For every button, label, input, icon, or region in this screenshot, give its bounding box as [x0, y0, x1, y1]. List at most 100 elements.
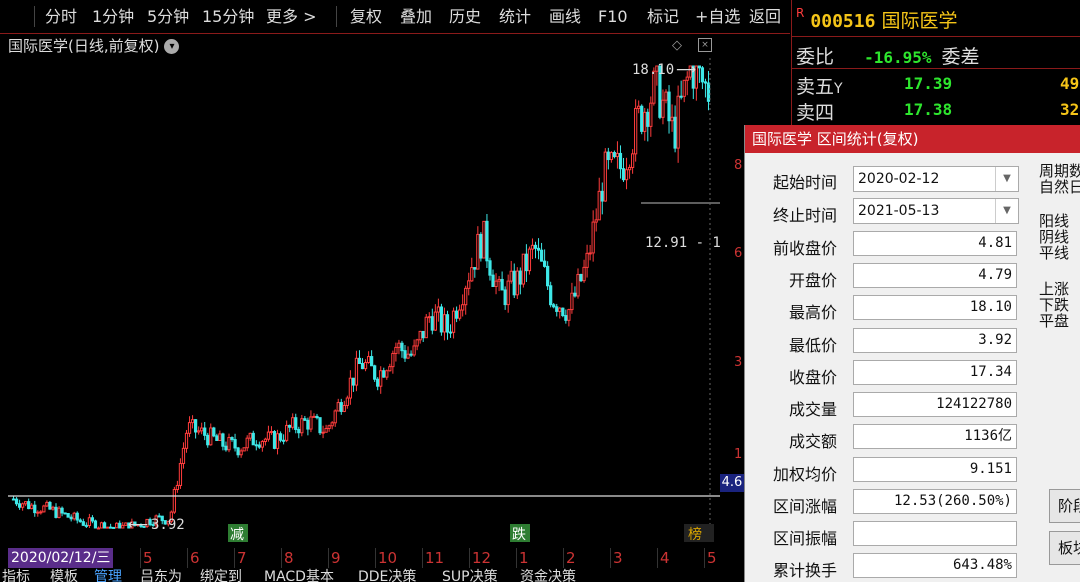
event-marker-bang-label: 榜: [688, 526, 702, 542]
draw-line-button[interactable]: 画线: [549, 0, 581, 33]
y-axis-label: 8: [734, 158, 743, 173]
start-time-label: 起始时间: [772, 173, 837, 192]
tab-capital[interactable]: 资金决策: [520, 568, 576, 582]
candle: [288, 424, 292, 428]
tab-5min[interactable]: 5分钟: [147, 0, 189, 33]
dialog-title: 国际医学 区间统计(复权): [745, 125, 1080, 153]
candle: [187, 422, 192, 434]
candle: [597, 190, 601, 221]
candle: [552, 304, 556, 308]
current-price-tag: 4.6: [720, 474, 744, 492]
month-tick: [422, 548, 423, 568]
sell4-price: 17.38: [904, 100, 953, 119]
candle: [175, 484, 180, 491]
candle: [427, 316, 431, 319]
tab-more[interactable]: 更多 >: [266, 0, 317, 33]
f10-button[interactable]: F10: [598, 0, 628, 33]
restore-rights-button[interactable]: 复权: [350, 0, 382, 33]
back-button[interactable]: 返回: [749, 0, 781, 33]
candle: [336, 402, 340, 412]
candle: [24, 501, 28, 505]
history-button[interactable]: 历史: [449, 0, 481, 33]
month-label: 11: [425, 549, 445, 567]
end-date-select[interactable]: 2021-05-13 ▼: [853, 198, 1019, 224]
candle: [406, 353, 410, 359]
candle: [245, 437, 249, 449]
y-axis-label: 3: [734, 355, 743, 370]
tab-fenshi[interactable]: 分时: [45, 0, 77, 33]
tab-1min[interactable]: 1分钟: [92, 0, 134, 33]
diamond-icon[interactable]: ◇: [672, 38, 682, 53]
sell5-mark: Y: [834, 81, 843, 97]
overlay-button[interactable]: 叠加: [400, 0, 432, 33]
add-watchlist-button[interactable]: +自选: [695, 0, 740, 33]
tab-manage[interactable]: 管理: [94, 568, 122, 582]
candle: [451, 310, 456, 333]
candle: [178, 463, 183, 486]
candle: [570, 292, 574, 311]
tab-dde[interactable]: DDE决策: [358, 568, 416, 582]
candle: [609, 152, 613, 161]
yang-line-label: 阳线: [1039, 212, 1070, 230]
tab-sup[interactable]: SUP决策: [442, 568, 498, 582]
candle: [518, 270, 522, 285]
chevron-down-icon[interactable]: ▾: [164, 39, 180, 54]
candle: [81, 521, 85, 526]
kline-chart[interactable]: 18.10 ⟶ ⟵ 3.92 12.91 - 12 减 跌 榜: [8, 58, 720, 542]
candle: [11, 498, 16, 501]
candle: [488, 260, 492, 276]
candle: [697, 65, 701, 69]
tab-custom[interactable]: 吕东为: [140, 568, 182, 582]
tab-macd[interactable]: MACD基本: [264, 568, 334, 582]
candle: [479, 233, 483, 259]
turnover-value: 1136亿: [853, 424, 1017, 449]
tab-indicator[interactable]: 指标: [2, 568, 30, 582]
candle: [78, 519, 82, 523]
start-date-value: 2020-02-12: [858, 171, 940, 187]
period-count-label: 周期数: [1039, 162, 1080, 180]
candle: [327, 425, 331, 430]
candle: [357, 357, 362, 365]
candle: [45, 501, 49, 507]
candle: [491, 274, 495, 288]
candle: [118, 522, 122, 529]
toolbar-separator: [34, 6, 35, 27]
candle: [324, 428, 328, 433]
close-icon[interactable]: ×: [698, 38, 712, 52]
candle: [14, 498, 19, 505]
candle: [236, 447, 240, 456]
tab-bind[interactable]: 绑定到: [200, 568, 242, 582]
candle: [227, 437, 231, 451]
chevron-down-icon[interactable]: ▼: [995, 199, 1018, 223]
candle: [212, 427, 216, 437]
candle: [297, 428, 301, 434]
candle: [415, 339, 419, 347]
month-label: 9: [331, 549, 341, 567]
statistics-button[interactable]: 统计: [499, 0, 531, 33]
candle: [476, 233, 480, 270]
candle: [315, 415, 319, 419]
tab-15min[interactable]: 15分钟: [202, 0, 254, 33]
candle: [418, 330, 422, 341]
sector-button[interactable]: 板块: [1049, 531, 1080, 565]
sell5-volume: 49: [1060, 74, 1080, 93]
start-date-select[interactable]: 2020-02-12 ▼: [853, 166, 1019, 192]
chevron-down-icon[interactable]: ▼: [995, 167, 1018, 191]
candle: [606, 151, 610, 161]
mark-button[interactable]: 标记: [647, 0, 679, 33]
candle: [512, 270, 516, 296]
candle: [542, 260, 547, 267]
chart-title-text: 国际医学(日线,前复权): [8, 37, 160, 55]
candle: [57, 507, 61, 518]
month-tick: [375, 548, 376, 568]
candle: [470, 267, 474, 282]
candle: [667, 91, 671, 122]
tab-template[interactable]: 模板: [50, 568, 78, 582]
month-label: 2: [566, 549, 576, 567]
candle: [93, 520, 98, 529]
sell4-volume: 32: [1060, 100, 1080, 119]
low-price-label: 3.92: [151, 517, 185, 533]
stage-button[interactable]: 阶段: [1049, 489, 1080, 523]
candle: [291, 417, 295, 428]
candle: [600, 190, 604, 202]
